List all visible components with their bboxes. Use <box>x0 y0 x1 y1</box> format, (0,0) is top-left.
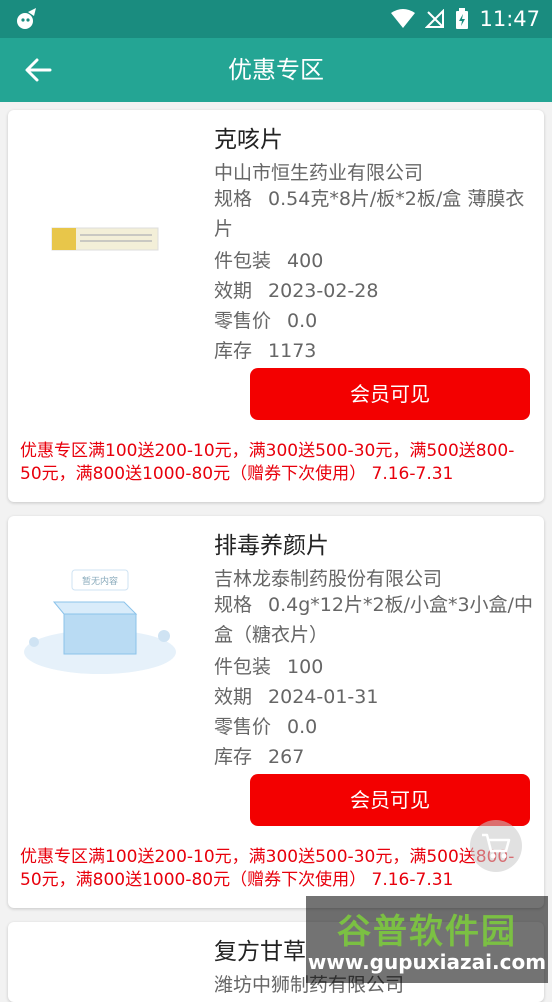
pack-value: 100 <box>287 656 324 678</box>
stock-label: 库存 <box>214 340 253 362</box>
promo-text: 优惠专区满100送200-10元，满300送500-30元，满500送800-5… <box>20 441 515 484</box>
promo-text: 优惠专区满100送200-10元，满300送500-30元，满500送800-5… <box>20 847 515 890</box>
pack-row: 件包装 100 <box>214 652 323 679</box>
product-card[interactable]: 暂无内容 排毒养颜片 吉林龙泰制药股份有限公司 规格 0.4g*12片*2板/小盒… <box>8 516 544 908</box>
shopping-cart-icon <box>482 833 511 859</box>
pack-value: 400 <box>287 250 324 272</box>
product-company: 吉林龙泰制药股份有限公司 <box>214 568 443 590</box>
product-spec: 规格 0.54克*8片/板*2板/盒 薄膜衣片 <box>214 184 534 244</box>
expiry-value: 2023-02-28 <box>268 280 379 302</box>
price-value: 0.0 <box>287 310 318 332</box>
stock-value: 267 <box>268 746 305 768</box>
stock-row: 库存 1173 <box>214 336 316 363</box>
expiry-label: 效期 <box>214 686 253 708</box>
spec-label: 规格 <box>214 594 253 616</box>
product-image <box>51 227 159 251</box>
expiry-row: 效期 2024-01-31 <box>214 682 378 709</box>
price-value: 0.0 <box>287 716 318 738</box>
product-company: 中山市恒生药业有限公司 <box>214 162 424 184</box>
expiry-row: 效期 2023-02-28 <box>214 276 378 303</box>
product-card[interactable]: 克咳片 中山市恒生药业有限公司 规格 0.54克*8片/板*2板/盒 薄膜衣片 件… <box>8 110 544 502</box>
stock-value: 1173 <box>268 340 317 362</box>
price-row: 零售价 0.0 <box>214 712 317 739</box>
wifi-icon <box>391 9 416 28</box>
product-name: 克咳片 <box>214 127 283 153</box>
spec-label: 规格 <box>214 188 253 210</box>
status-bar: 11:47 <box>0 0 552 38</box>
product-name: 排毒养颜片 <box>214 533 329 559</box>
product-name: 复方甘草 <box>214 939 306 965</box>
member-only-button[interactable]: 会员可见 <box>250 774 530 826</box>
price-row: 零售价 0.0 <box>214 306 317 333</box>
stock-row: 库存 267 <box>214 742 304 769</box>
placeholder-image: 暂无内容 <box>24 569 176 674</box>
pack-label: 件包装 <box>214 250 272 272</box>
watermark: 谷普软件园 www.gupuxiazai.com <box>306 896 548 983</box>
member-only-button[interactable]: 会员可见 <box>250 368 530 420</box>
app-notification-icon <box>17 8 36 29</box>
spec-value: 0.4g*12片*2板/小盒*3小盒/中盒（糖衣片） <box>214 594 533 646</box>
pack-label: 件包装 <box>214 656 272 678</box>
placeholder-text: 暂无内容 <box>82 575 118 587</box>
expiry-value: 2024-01-31 <box>268 686 379 708</box>
cart-button[interactable] <box>470 820 522 872</box>
spec-value: 0.54克*8片/板*2板/盒 薄膜衣片 <box>214 188 525 240</box>
no-signal-icon <box>425 9 445 28</box>
price-label: 零售价 <box>214 310 272 332</box>
app-bar: 优惠专区 <box>0 38 552 102</box>
back-arrow-icon[interactable] <box>22 54 54 86</box>
battery-charging-icon <box>456 8 469 29</box>
watermark-title: 谷普软件园 <box>337 912 517 952</box>
product-spec: 规格 0.4g*12片*2板/小盒*3小盒/中盒（糖衣片） <box>214 590 534 650</box>
status-time: 11:47 <box>479 7 540 31</box>
pack-row: 件包装 400 <box>214 246 323 273</box>
stock-label: 库存 <box>214 746 253 768</box>
watermark-url: www.gupuxiazai.com <box>307 950 547 974</box>
page-title: 优惠专区 <box>228 56 324 84</box>
price-label: 零售价 <box>214 716 272 738</box>
expiry-label: 效期 <box>214 280 253 302</box>
